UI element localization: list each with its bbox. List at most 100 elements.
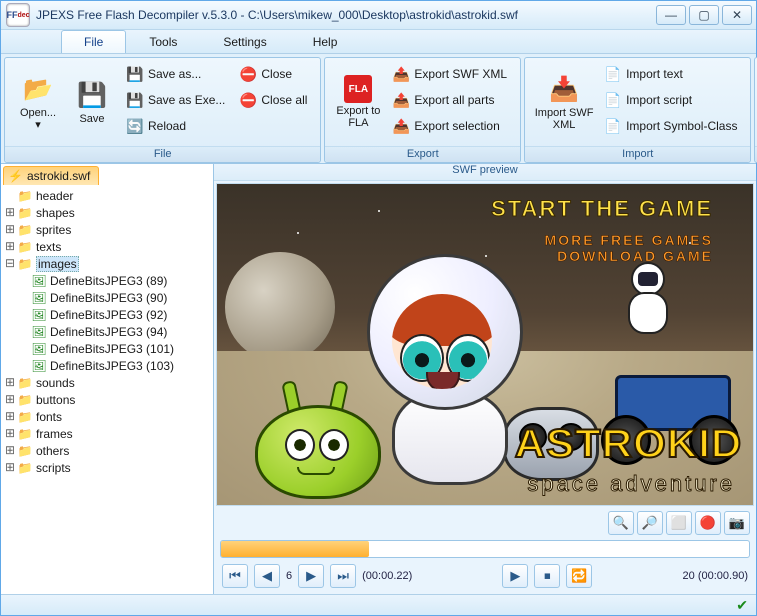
open-button[interactable]: 📂 Open...▾ (11, 62, 65, 142)
maximize-button[interactable]: ▢ (689, 5, 719, 25)
stop-button[interactable]: ⏹ (534, 564, 560, 588)
status-ok-icon: ✔ (736, 597, 748, 614)
save-button[interactable]: 💾 Save (65, 62, 119, 142)
tree: 📁header⊞📁shapes⊞📁sprites⊞📁texts⊟📁images … (1, 185, 213, 482)
tree-node-label: DefineBitsJPEG3 (89) (50, 274, 167, 288)
tree-node-label: header (36, 189, 73, 203)
loop-button[interactable]: 🔁 (566, 564, 592, 588)
menu-tools[interactable]: Tools (126, 30, 200, 53)
menu-help[interactable]: Help (290, 30, 361, 53)
save-as-exe-button[interactable]: 💾Save as Exe... (123, 88, 232, 112)
tree-node[interactable]: 🖼DefineBitsJPEG3 (89) (3, 272, 211, 289)
zoom-out-button[interactable]: 🔎 (637, 511, 663, 535)
tree-expander[interactable] (17, 325, 31, 339)
folder-icon: 📁 (17, 444, 33, 458)
total-frames: 20 (00:00.90) (683, 570, 748, 582)
swf-title: ASTROKID (515, 422, 743, 467)
titlebar[interactable]: FFdec JPEXS Free Flash Decompiler v.5.3.… (1, 1, 756, 30)
open-label: Open... (20, 107, 56, 119)
tree-node[interactable]: ⊞📁texts (3, 238, 211, 255)
zoom-fit-button[interactable]: ⬜ (666, 511, 692, 535)
tree-node-label: DefineBitsJPEG3 (90) (50, 291, 167, 305)
close-all-button[interactable]: ⛔Close all (236, 88, 314, 112)
zoom-in-button[interactable]: 🔍 (608, 511, 634, 535)
reload-button[interactable]: 🔄Reload (123, 114, 232, 138)
timeline-slider[interactable] (220, 540, 750, 558)
close-file-button[interactable]: ⛔Close (236, 62, 314, 86)
alien-graphic (245, 375, 385, 495)
ribbon-file-label: File (5, 146, 320, 162)
tree-expander[interactable]: ⊞ (3, 205, 17, 220)
import-script-icon: 📄 (604, 91, 622, 109)
ribbon: 📂 Open...▾ 💾 Save 💾Save as... 💾Save as E… (1, 54, 756, 164)
minimize-button[interactable]: — (656, 5, 686, 25)
tree-node-label: buttons (36, 393, 75, 407)
folder-icon: 📁 (17, 189, 33, 203)
import-script-button[interactable]: 📄Import script (601, 88, 744, 112)
astronaut-graphic (623, 262, 673, 332)
tree-node[interactable]: ⊞📁shapes (3, 204, 211, 221)
import-symbol-button[interactable]: 📄Import Symbol-Class (601, 114, 744, 138)
tree-expander[interactable] (17, 308, 31, 322)
tree-node[interactable]: ⊞📁scripts (3, 459, 211, 476)
export-all-parts-button[interactable]: 📤Export all parts (389, 88, 514, 112)
save-exe-icon: 💾 (126, 91, 144, 109)
tree-expander[interactable]: ⊟ (3, 256, 17, 271)
fast-forward-button[interactable]: ⏭ (330, 564, 356, 588)
image-icon: 🖼 (31, 359, 47, 373)
tree-node[interactable]: ⊞📁buttons (3, 391, 211, 408)
tree-node-label: DefineBitsJPEG3 (92) (50, 308, 167, 322)
close-window-button[interactable]: ✕ (722, 5, 752, 25)
swf-preview[interactable]: start the game more free gamesdownload g… (216, 183, 754, 506)
tree-expander[interactable]: ⊞ (3, 409, 17, 424)
export-xml-icon: 📤 (392, 65, 410, 83)
tree-node[interactable]: ⊞📁sounds (3, 374, 211, 391)
import-text-button[interactable]: 📄Import text (601, 62, 744, 86)
export-selection-button[interactable]: 📤Export selection (389, 114, 514, 138)
tree-node[interactable]: ⊞📁fonts (3, 408, 211, 425)
tree-node[interactable]: 🖼DefineBitsJPEG3 (90) (3, 289, 211, 306)
tree-expander[interactable]: ⊞ (3, 426, 17, 441)
snapshot-button[interactable]: 📷 (724, 511, 750, 535)
current-frame: 6 (286, 570, 292, 582)
tree-node[interactable]: ⊟📁images (3, 255, 211, 272)
file-tab[interactable]: ⚡ astrokid.swf (3, 166, 99, 185)
tree-node[interactable]: ⊞📁others (3, 442, 211, 459)
menu-settings[interactable]: Settings (200, 30, 289, 53)
tree-expander[interactable]: ⊞ (3, 460, 17, 475)
tree-expander[interactable] (17, 359, 31, 373)
step-back-button[interactable]: ◀ (254, 564, 280, 588)
tree-expander[interactable]: ⊞ (3, 222, 17, 237)
file-tab-label: astrokid.swf (27, 169, 90, 183)
tree-node[interactable]: ⊞📁sprites (3, 221, 211, 238)
tree-node-label: others (36, 444, 69, 458)
play-button[interactable]: ▶ (502, 564, 528, 588)
folder-icon: 📁 (17, 240, 33, 254)
color-button[interactable]: 🔴 (695, 511, 721, 535)
tree-node[interactable]: ⊞📁frames (3, 425, 211, 442)
tree-expander[interactable] (3, 189, 17, 203)
import-swf-xml-button[interactable]: 📥 Import SWF XML (531, 62, 597, 142)
tree-expander[interactable]: ⊞ (3, 375, 17, 390)
tree-node[interactable]: 📁header (3, 187, 211, 204)
ribbon-group-import: 📥 Import SWF XML 📄Import text 📄Import sc… (524, 57, 751, 163)
tree-node[interactable]: 🖼DefineBitsJPEG3 (103) (3, 357, 211, 374)
menu-file[interactable]: File (61, 30, 126, 53)
tree-expander[interactable]: ⊞ (3, 443, 17, 458)
tree-expander[interactable] (17, 274, 31, 288)
tree-expander[interactable]: ⊞ (3, 239, 17, 254)
tree-node[interactable]: 🖼DefineBitsJPEG3 (101) (3, 340, 211, 357)
export-fla-button[interactable]: FLA Export to FLA (331, 62, 385, 142)
tree-expander[interactable] (17, 291, 31, 305)
tree-node-label: fonts (36, 410, 62, 424)
step-forward-button[interactable]: ▶ (298, 564, 324, 588)
save-as-button[interactable]: 💾Save as... (123, 62, 232, 86)
tree-expander[interactable] (17, 342, 31, 356)
export-swf-xml-button[interactable]: 📤Export SWF XML (389, 62, 514, 86)
fla-icon: FLA (344, 75, 372, 103)
tree-node[interactable]: 🖼DefineBitsJPEG3 (94) (3, 323, 211, 340)
tree-expander[interactable]: ⊞ (3, 392, 17, 407)
rewind-button[interactable]: ⏮ (222, 564, 248, 588)
tree-pane[interactable]: ⚡ astrokid.swf 📁header⊞📁shapes⊞📁sprites⊞… (1, 164, 214, 594)
tree-node[interactable]: 🖼DefineBitsJPEG3 (92) (3, 306, 211, 323)
